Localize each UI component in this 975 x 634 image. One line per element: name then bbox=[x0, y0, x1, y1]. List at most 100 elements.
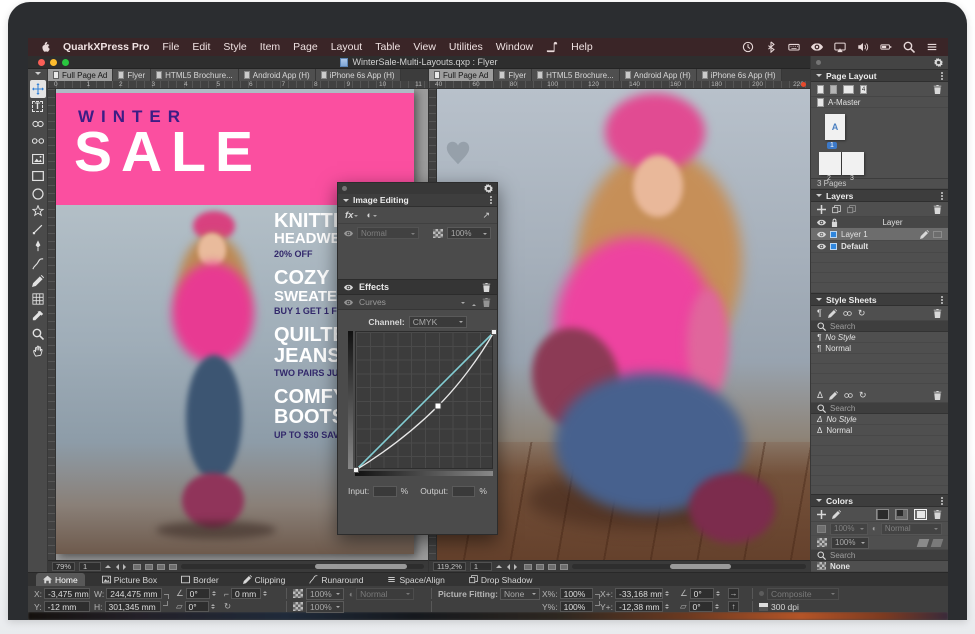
text-color-mode-button[interactable] bbox=[876, 509, 889, 520]
char-style-normal[interactable]: Δ Normal bbox=[811, 425, 948, 436]
y-field[interactable]: -12 mm bbox=[44, 601, 90, 612]
para-style-no-style[interactable]: ¶ No Style bbox=[811, 332, 948, 343]
palette-gear-icon[interactable] bbox=[484, 184, 493, 193]
visibility-eye-icon[interactable] bbox=[344, 229, 353, 238]
x-field[interactable]: -3,475 mm bbox=[44, 588, 90, 599]
bluetooth-icon[interactable] bbox=[765, 41, 777, 53]
curves-graph[interactable] bbox=[348, 331, 493, 476]
item-tool[interactable] bbox=[30, 80, 46, 98]
dock-gear-icon[interactable] bbox=[934, 58, 943, 67]
menu-file[interactable]: File bbox=[162, 41, 179, 53]
color-row-none[interactable]: None bbox=[811, 561, 948, 572]
tab-runaround[interactable]: Runaround bbox=[302, 573, 370, 586]
tab-flyer[interactable]: Flyer bbox=[494, 69, 532, 81]
palette-close-icon[interactable] bbox=[342, 186, 347, 191]
split-vertical-icon[interactable] bbox=[157, 564, 165, 570]
panel-menu-icon[interactable] bbox=[941, 299, 943, 301]
stepper[interactable] bbox=[665, 602, 669, 611]
flip-horizontal-button[interactable]: → bbox=[728, 588, 739, 599]
colors-search[interactable]: Search bbox=[811, 550, 948, 561]
split-vertical-icon[interactable] bbox=[548, 564, 556, 570]
layer-visibility-icon[interactable] bbox=[817, 230, 826, 239]
collapse-triangle-icon[interactable] bbox=[816, 194, 822, 200]
freehand-line-tool[interactable] bbox=[30, 255, 46, 273]
layer-row-default[interactable]: Default bbox=[811, 241, 948, 253]
refresh-icon[interactable]: ↻ bbox=[224, 601, 231, 612]
collapse-triangle-icon[interactable] bbox=[343, 199, 349, 205]
corner-radius-field[interactable]: 0 mm bbox=[231, 588, 261, 599]
opacity-dropdown[interactable]: 100% bbox=[447, 227, 491, 239]
visibility-eye-icon[interactable] bbox=[344, 298, 353, 307]
next-page-icon[interactable] bbox=[123, 564, 129, 570]
wh-link-icon[interactable] bbox=[164, 594, 169, 599]
menu-edit[interactable]: Edit bbox=[192, 41, 210, 53]
duplicate-layer-icon[interactable] bbox=[832, 205, 841, 214]
panel-menu-icon[interactable] bbox=[941, 75, 943, 77]
palette-header[interactable]: Image Editing bbox=[338, 194, 497, 207]
picture-fitting-dropdown[interactable]: None bbox=[500, 588, 540, 600]
flip-vertical-button[interactable]: ↑ bbox=[728, 601, 739, 612]
prev-page-icon[interactable] bbox=[504, 564, 510, 570]
trash-icon[interactable] bbox=[933, 391, 942, 400]
edit-layer-icon[interactable] bbox=[920, 230, 929, 239]
panel-menu-icon[interactable] bbox=[941, 500, 943, 502]
apple-menu-icon[interactable] bbox=[38, 41, 50, 53]
blend-mode-dropdown[interactable]: Normal bbox=[356, 588, 414, 600]
link-style-icon[interactable] bbox=[843, 309, 852, 318]
add-character-style-icon[interactable]: Δ bbox=[817, 390, 823, 400]
starburst-tool[interactable] bbox=[30, 203, 46, 221]
menu-utilities[interactable]: Utilities bbox=[449, 41, 483, 53]
y-scale-field[interactable]: 100% bbox=[560, 601, 593, 612]
visibility-eye-icon[interactable] bbox=[344, 283, 353, 292]
tab-iphone-app[interactable]: iPhone 6s App (H) bbox=[697, 69, 782, 81]
palette-menu-icon[interactable] bbox=[490, 199, 492, 201]
table-tool[interactable] bbox=[30, 290, 46, 308]
h-field[interactable]: 301,345 mm bbox=[105, 601, 161, 612]
page-number-field[interactable]: 1 bbox=[79, 562, 101, 571]
trash-icon[interactable] bbox=[933, 205, 942, 214]
output-field[interactable] bbox=[452, 486, 475, 497]
fx-effects-button[interactable]: fx bbox=[345, 210, 358, 221]
trash-icon[interactable] bbox=[933, 85, 942, 94]
menu-layout[interactable]: Layout bbox=[331, 41, 363, 53]
shade-dropdown[interactable]: 100% bbox=[830, 523, 868, 535]
page-up-icon[interactable] bbox=[496, 562, 502, 568]
tools-collapse-icon[interactable] bbox=[35, 72, 41, 78]
gradient-icon[interactable] bbox=[917, 539, 930, 547]
tab-home[interactable]: Home bbox=[36, 573, 85, 586]
picture-skew-field[interactable]: 0° bbox=[689, 601, 713, 612]
layer-visibility-icon[interactable] bbox=[817, 242, 826, 251]
prev-page-icon[interactable] bbox=[113, 564, 119, 570]
page-3-thumbnail[interactable] bbox=[842, 152, 864, 175]
export-view-icon[interactable] bbox=[560, 564, 568, 570]
menu-table[interactable]: Table bbox=[375, 41, 400, 53]
edit-style-icon[interactable] bbox=[829, 391, 838, 400]
image-editing-palette[interactable]: Image Editing fx ◐ ↗ Normal 100% Effects… bbox=[337, 182, 498, 535]
next-page-icon[interactable] bbox=[514, 564, 520, 570]
picture-content-tool[interactable] bbox=[30, 150, 46, 168]
page-layout-header[interactable]: Page Layout bbox=[811, 69, 948, 82]
stepper[interactable] bbox=[715, 602, 719, 611]
script-menu-icon[interactable] bbox=[546, 41, 558, 53]
edit-style-icon[interactable] bbox=[828, 309, 837, 318]
scrollbar-thumb[interactable] bbox=[315, 564, 407, 569]
zoom-level-field[interactable]: 79% bbox=[52, 562, 75, 571]
tab-clipping[interactable]: Clipping bbox=[236, 573, 293, 586]
master-page-row[interactable]: A-Master bbox=[811, 97, 948, 108]
box-opacity-dropdown[interactable]: 100% bbox=[306, 588, 344, 600]
add-paragraph-style-icon[interactable]: ¶ bbox=[817, 308, 822, 318]
stepper[interactable] bbox=[211, 602, 215, 611]
scrollbar-thumb[interactable] bbox=[670, 564, 731, 569]
move-up-icon[interactable] bbox=[472, 302, 476, 306]
view-mode-icon[interactable] bbox=[133, 564, 141, 570]
link-style-icon[interactable] bbox=[844, 391, 853, 400]
move-down-icon[interactable] bbox=[461, 302, 465, 306]
page-number-field[interactable]: 1 bbox=[470, 562, 492, 571]
export-view-icon[interactable] bbox=[169, 564, 177, 570]
split-horizontal-icon[interactable] bbox=[145, 564, 153, 570]
y-offset-field[interactable]: -12,38 mm bbox=[615, 601, 663, 612]
zoom-tool[interactable] bbox=[30, 325, 46, 343]
spotlight-icon[interactable] bbox=[903, 41, 915, 53]
stepper[interactable] bbox=[263, 589, 267, 598]
character-style-search[interactable]: Search bbox=[811, 403, 948, 414]
